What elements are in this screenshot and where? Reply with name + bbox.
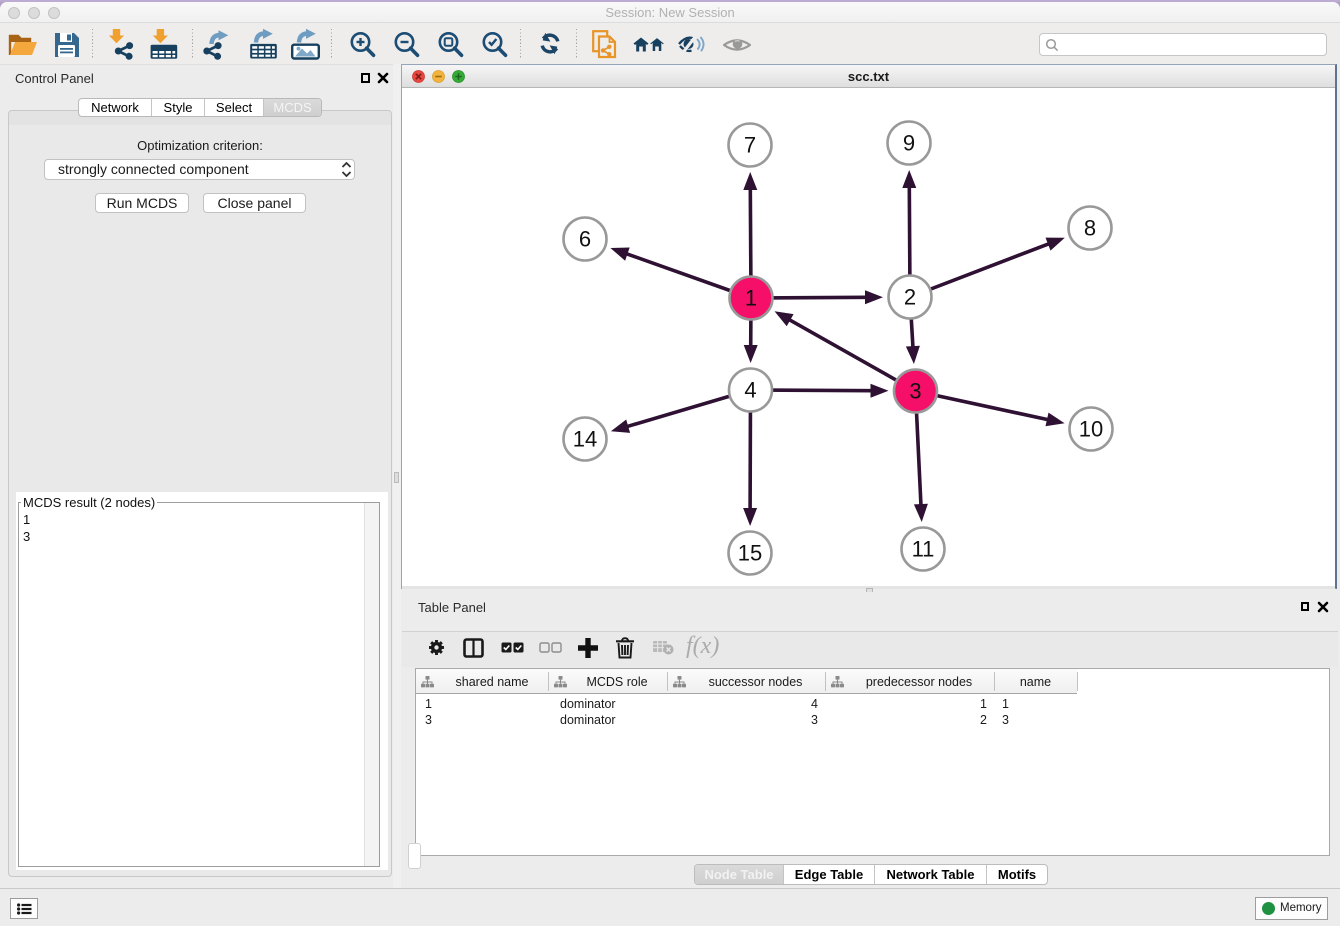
svg-text:4: 4 xyxy=(744,378,756,403)
svg-text:14: 14 xyxy=(573,427,597,452)
svg-text:3: 3 xyxy=(909,379,921,404)
svg-text:2: 2 xyxy=(904,285,916,310)
svg-text:9: 9 xyxy=(903,131,915,156)
svg-text:11: 11 xyxy=(912,537,935,562)
svg-text:6: 6 xyxy=(579,227,591,252)
svg-text:8: 8 xyxy=(1084,216,1096,241)
svg-text:15: 15 xyxy=(738,541,762,566)
svg-text:1: 1 xyxy=(745,286,757,311)
svg-text:10: 10 xyxy=(1079,417,1103,442)
svg-text:7: 7 xyxy=(744,133,756,158)
